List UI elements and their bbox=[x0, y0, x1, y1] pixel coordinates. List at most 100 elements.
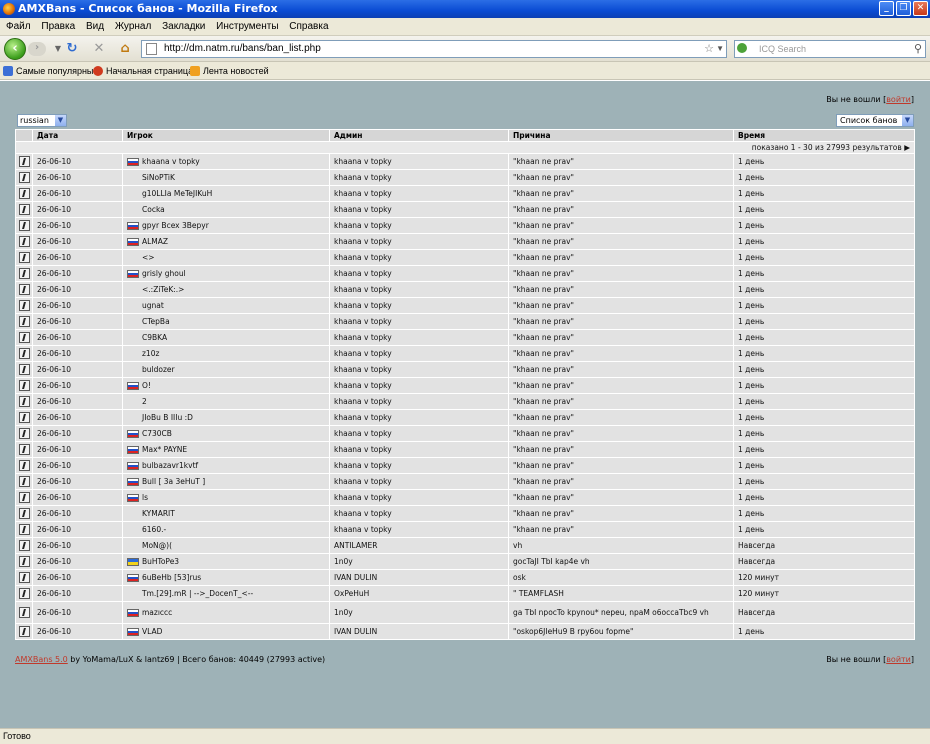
url-dropdown-icon[interactable]: ▼ bbox=[716, 41, 724, 57]
menu-bookmarks[interactable]: Закладки bbox=[162, 21, 205, 32]
search-icon[interactable]: ⚲ bbox=[914, 41, 922, 57]
country-flag-icon bbox=[127, 542, 139, 550]
counter-strike-icon bbox=[18, 172, 30, 183]
menu-history[interactable]: Журнал bbox=[115, 21, 152, 32]
table-row[interactable]: 26-06-10 grisly ghoul khaana v topky "khaan… bbox=[15, 265, 915, 282]
cell-time: Навсегда bbox=[733, 537, 915, 554]
cell-admin: khaana v topky bbox=[329, 361, 509, 378]
navigation-toolbar: ‹ › ▼ ↻ ✕ ⌂ http://dm.natm.ru/bans/ban_l… bbox=[0, 36, 930, 62]
col-date[interactable]: Дата bbox=[32, 129, 123, 142]
cell-admin: khaana v topky bbox=[329, 249, 509, 266]
game-icon-cell bbox=[15, 345, 33, 362]
cell-date: 26-06-10 bbox=[32, 601, 123, 624]
country-flag-icon bbox=[127, 286, 139, 294]
table-row[interactable]: 26-06-10 ls khaana v topky "khaan ne prav" 1… bbox=[15, 489, 915, 506]
cell-time: 1 день bbox=[733, 249, 915, 266]
bookmark-most-popular[interactable]: Самые популярные bbox=[3, 62, 98, 80]
table-row[interactable]: 26-06-10 2 khaana v topky "khaan ne prav" 1 … bbox=[15, 393, 915, 410]
forward-button[interactable]: › bbox=[28, 42, 46, 56]
table-row[interactable]: 26-06-10 g10LLIa MeTeJIKuH khaana v topky "… bbox=[15, 185, 915, 202]
menu-edit[interactable]: Правка bbox=[41, 21, 75, 32]
chevron-down-icon: ▼ bbox=[55, 115, 66, 126]
cell-player: CTepBa bbox=[122, 313, 330, 330]
table-row[interactable]: 26-06-10 z10z khaana v topky "khaan ne prav… bbox=[15, 345, 915, 362]
game-icon-cell bbox=[15, 233, 33, 250]
table-row[interactable]: 26-06-10 <.:ZiTeK:.> khaana v topky "khaan … bbox=[15, 281, 915, 298]
col-reason[interactable]: Причина bbox=[508, 129, 734, 142]
table-row[interactable]: 26-06-10 C9BKA khaana v topky "khaan ne pra… bbox=[15, 329, 915, 346]
table-row[interactable]: 26-06-10 O! khaana v topky "khaan ne prav" 1… bbox=[15, 377, 915, 394]
language-select[interactable]: russian ▼ bbox=[17, 114, 67, 127]
bookmark-star-icon[interactable]: ☆ bbox=[704, 41, 714, 57]
table-row[interactable]: 26-06-10 ugnat khaana v topky "khaan ne pra… bbox=[15, 297, 915, 314]
table-row[interactable]: 26-06-10 ALMAZ khaana v topky "khaan ne pra… bbox=[15, 233, 915, 250]
table-row[interactable]: 26-06-10 Cocka khaana v topky "khaan ne pra… bbox=[15, 201, 915, 218]
cell-reason: "khaan ne prav" bbox=[508, 425, 734, 442]
counter-strike-icon bbox=[18, 220, 30, 231]
game-icon-cell bbox=[15, 521, 33, 538]
table-row[interactable]: 26-06-10 6160.- khaana v topky "khaan ne pr… bbox=[15, 521, 915, 538]
cell-date: 26-06-10 bbox=[32, 393, 123, 410]
table-row[interactable]: 26-06-10 mazıccc 1n0y ga TbI npocTo kpynou*… bbox=[15, 601, 915, 624]
cell-date: 26-06-10 bbox=[32, 553, 123, 570]
table-row[interactable]: 26-06-10 <> khaana v topky "khaan ne prav" 1… bbox=[15, 249, 915, 266]
cell-date: 26-06-10 bbox=[32, 217, 123, 234]
reload-icon[interactable]: ↻ bbox=[64, 41, 80, 57]
cell-player: g10LLIa MeTeJIKuH bbox=[122, 185, 330, 202]
table-row[interactable]: 26-06-10 JIoBu B IIIu :D khaana v topky "kh… bbox=[15, 409, 915, 426]
menu-tools[interactable]: Инструменты bbox=[216, 21, 278, 32]
table-row[interactable]: 26-06-10 MoN@)(ANTILAMER vh Навсегда bbox=[15, 537, 915, 554]
home-icon[interactable]: ⌂ bbox=[117, 41, 133, 57]
table-row[interactable]: 26-06-10 Max* PAYNE khaana v topky "khaan n… bbox=[15, 441, 915, 458]
firefox-icon bbox=[3, 3, 15, 15]
cell-player: VLAD bbox=[122, 623, 330, 640]
col-player[interactable]: Игрок bbox=[122, 129, 330, 142]
table-row[interactable]: 26-06-10 VLAD IVAN DULIN "oskop6JIeHu9 B rp… bbox=[15, 623, 915, 640]
address-bar[interactable]: http://dm.natm.ru/bans/ban_list.php ☆ ▼ bbox=[141, 40, 727, 58]
table-row[interactable]: 26-06-10 CTepBa khaana v topky "khaan ne pr… bbox=[15, 313, 915, 330]
game-icon-cell bbox=[15, 313, 33, 330]
country-flag-icon bbox=[127, 526, 139, 534]
cell-player: BuHToPe3 bbox=[122, 553, 330, 570]
view-select[interactable]: Список банов ▼ bbox=[836, 114, 914, 127]
table-row[interactable]: 26-06-10 SiNoPTiK khaana v topky "khaan ne … bbox=[15, 169, 915, 186]
table-row[interactable]: 26-06-10 Bull [ 3a 3eHuT ] khaana v topky "… bbox=[15, 473, 915, 490]
cell-reason: "khaan ne prav" bbox=[508, 313, 734, 330]
cell-reason: osk bbox=[508, 569, 734, 586]
col-time[interactable]: Время bbox=[733, 129, 915, 142]
amxbans-link[interactable]: AMXBans 5.0 bbox=[15, 655, 68, 664]
bookmark-news-feed[interactable]: Лента новостей bbox=[190, 62, 269, 80]
menu-help[interactable]: Справка bbox=[289, 21, 328, 32]
login-link[interactable]: войти bbox=[886, 95, 911, 104]
cell-date: 26-06-10 bbox=[32, 489, 123, 506]
counter-strike-icon bbox=[18, 476, 30, 487]
search-engine-icon[interactable] bbox=[737, 43, 747, 53]
stop-icon[interactable]: ✕ bbox=[91, 41, 107, 57]
table-row[interactable]: 26-06-10 bulbazavr1kvtf khaana v topky "kha… bbox=[15, 457, 915, 474]
search-box[interactable]: ICQ Search ⚲ bbox=[734, 40, 926, 58]
cell-reason: "khaan ne prav" bbox=[508, 201, 734, 218]
table-row[interactable]: 26-06-10 buldozer khaana v topky "khaan ne … bbox=[15, 361, 915, 378]
table-row[interactable]: 26-06-10 C730CB khaana v topky "khaan ne pr… bbox=[15, 425, 915, 442]
menu-file[interactable]: Файл bbox=[6, 21, 31, 32]
next-page-icon[interactable]: ▶ bbox=[904, 143, 910, 152]
cell-date: 26-06-10 bbox=[32, 249, 123, 266]
table-row[interactable]: 26-06-10 BuHToPe3 1n0y gocTaJI TbI kap4e vh… bbox=[15, 553, 915, 570]
table-row[interactable]: 26-06-10 Tm.[29].mR | -->_DocenT_<-- OxPeH… bbox=[15, 585, 915, 602]
close-button[interactable]: ✕ bbox=[913, 1, 928, 16]
table-row[interactable]: 26-06-10 KYMARIT khaana v topky "khaan ne p… bbox=[15, 505, 915, 522]
footer-login-link[interactable]: войти bbox=[886, 655, 911, 664]
back-button[interactable]: ‹ bbox=[4, 38, 26, 60]
cell-player: 6uBeHb [53]rus bbox=[122, 569, 330, 586]
maximize-button[interactable]: ❐ bbox=[896, 1, 911, 16]
bookmark-start-page[interactable]: Начальная страница bbox=[93, 62, 193, 80]
counter-strike-icon bbox=[18, 428, 30, 439]
col-admin[interactable]: Админ bbox=[329, 129, 509, 142]
table-row[interactable]: 26-06-10 gpyr Bcex 3Bepyr khaana v topky "k… bbox=[15, 217, 915, 234]
menu-view[interactable]: Вид bbox=[86, 21, 104, 32]
table-row[interactable]: 26-06-10 khaana v topky khaana v topky "kha… bbox=[15, 153, 915, 170]
table-row[interactable]: 26-06-10 6uBeHb [53]rus IVAN DULIN osk 120 м… bbox=[15, 569, 915, 586]
minimize-button[interactable]: _ bbox=[879, 1, 894, 16]
game-icon-cell bbox=[15, 329, 33, 346]
counter-strike-icon bbox=[18, 252, 30, 263]
